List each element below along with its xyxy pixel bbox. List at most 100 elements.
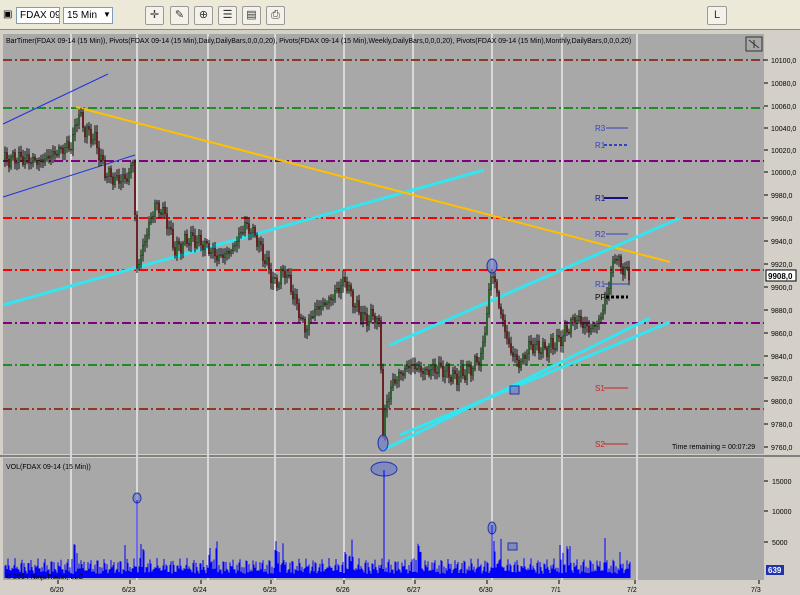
candle-body [504,319,506,332]
candle-body [376,317,378,323]
candle-body [402,373,404,376]
candle-body [588,325,590,333]
candle-body [542,342,544,354]
candle-body [14,152,16,164]
candle-body [238,233,240,242]
price-tick-label: 9880,0 [771,308,793,315]
candle-body [362,312,364,322]
candle-body [612,261,614,273]
candle-body [524,354,526,359]
candle-body [592,324,594,329]
candle-body [90,129,92,144]
candle-body [220,254,222,256]
candle-body [602,309,604,318]
candle-body [22,156,24,165]
candle-body [62,147,64,154]
candle-body [548,346,550,357]
candle-body [618,256,620,261]
candle-body [100,154,102,161]
candle-body [302,317,304,320]
candle-body [584,323,586,329]
candle-body [626,266,628,269]
candle-body [6,152,8,160]
candle-body [196,242,198,248]
time-tick-label: 6/26 [336,587,350,594]
candle-body [128,172,130,182]
candle-body [120,181,122,184]
candle-body [264,260,266,264]
templates-icon[interactable]: ▤ [242,6,261,25]
candle-body [622,266,624,275]
price-tick-label: 10060,0 [771,104,796,111]
candle-body [262,244,264,261]
copyright-text: © 2014 NinjaTrader, LLC [6,573,83,581]
candle-body [526,353,528,359]
candle-body [518,359,520,368]
candle-body [564,325,566,337]
candle-body [276,277,278,288]
candle-body [242,232,244,234]
candle-body [406,365,408,369]
candle-body [510,343,512,353]
properties-icon[interactable]: ☰ [218,6,237,25]
candle-body [28,154,30,163]
crosshair-icon[interactable]: ✛ [145,6,164,25]
price-chart[interactable]: R3 R1 R1 R2 R1 PP S1 S2 10100,010080,010… [0,31,800,595]
candle-body [586,323,588,327]
candle-body [168,227,170,229]
time-tick-label: 7/2 [627,587,637,594]
print-icon[interactable]: ⎙ [266,6,285,25]
candle-body [122,174,124,182]
time-remaining: Time remaining = 00:07:29 [672,444,755,451]
candle-body [188,243,190,246]
price-tick-label: 9860,0 [771,331,793,338]
candle-body [366,314,368,326]
candle-body [392,379,394,388]
candle-body [286,274,288,278]
price-tick-label: 10000,0 [771,170,796,177]
candle-body [314,309,316,318]
price-tick-label: 9840,0 [771,354,793,361]
candle-body [200,235,202,246]
candle-body [422,371,424,374]
candle-body [426,368,428,371]
pivot-label-s1: S1 [595,384,605,393]
candle-body [108,168,110,177]
candle-body [296,294,298,304]
pencil-icon[interactable]: ✎ [170,6,189,25]
candle-body [520,361,522,368]
candle-body [360,312,362,322]
candle-body [68,141,70,150]
candle-body [464,375,466,380]
candle-body [170,227,172,230]
candle-body [74,125,76,135]
zoom-in-icon[interactable]: ⊕ [194,6,213,25]
candle-body [428,369,430,376]
candle-body [452,370,454,382]
candle-body [256,235,258,247]
candle-body [176,241,178,256]
instrument-selector[interactable]: FDAX 09-14 [16,7,60,24]
candle-body [328,297,330,304]
candle-body [572,317,574,320]
l-button[interactable]: L [707,6,727,25]
candle-body [414,364,416,369]
candle-body [522,354,524,362]
candle-body [280,268,282,285]
candle-body [56,154,58,156]
time-tick-label: 6/30 [479,587,493,594]
candle-body [266,257,268,264]
candle-body [40,159,42,161]
candle-body [88,126,90,130]
candle-body [198,235,200,243]
pivot-label-r3: R3 [595,124,606,133]
candle-body [258,241,260,247]
candle-body [418,366,420,370]
candle-body [136,214,138,269]
chevron-down-icon[interactable]: ▼ [103,8,111,23]
candle-body [354,306,356,308]
price-tick-label: 9820,0 [771,376,793,383]
candle-body [8,158,10,168]
candle-body [438,362,440,374]
candle-body [488,289,490,314]
